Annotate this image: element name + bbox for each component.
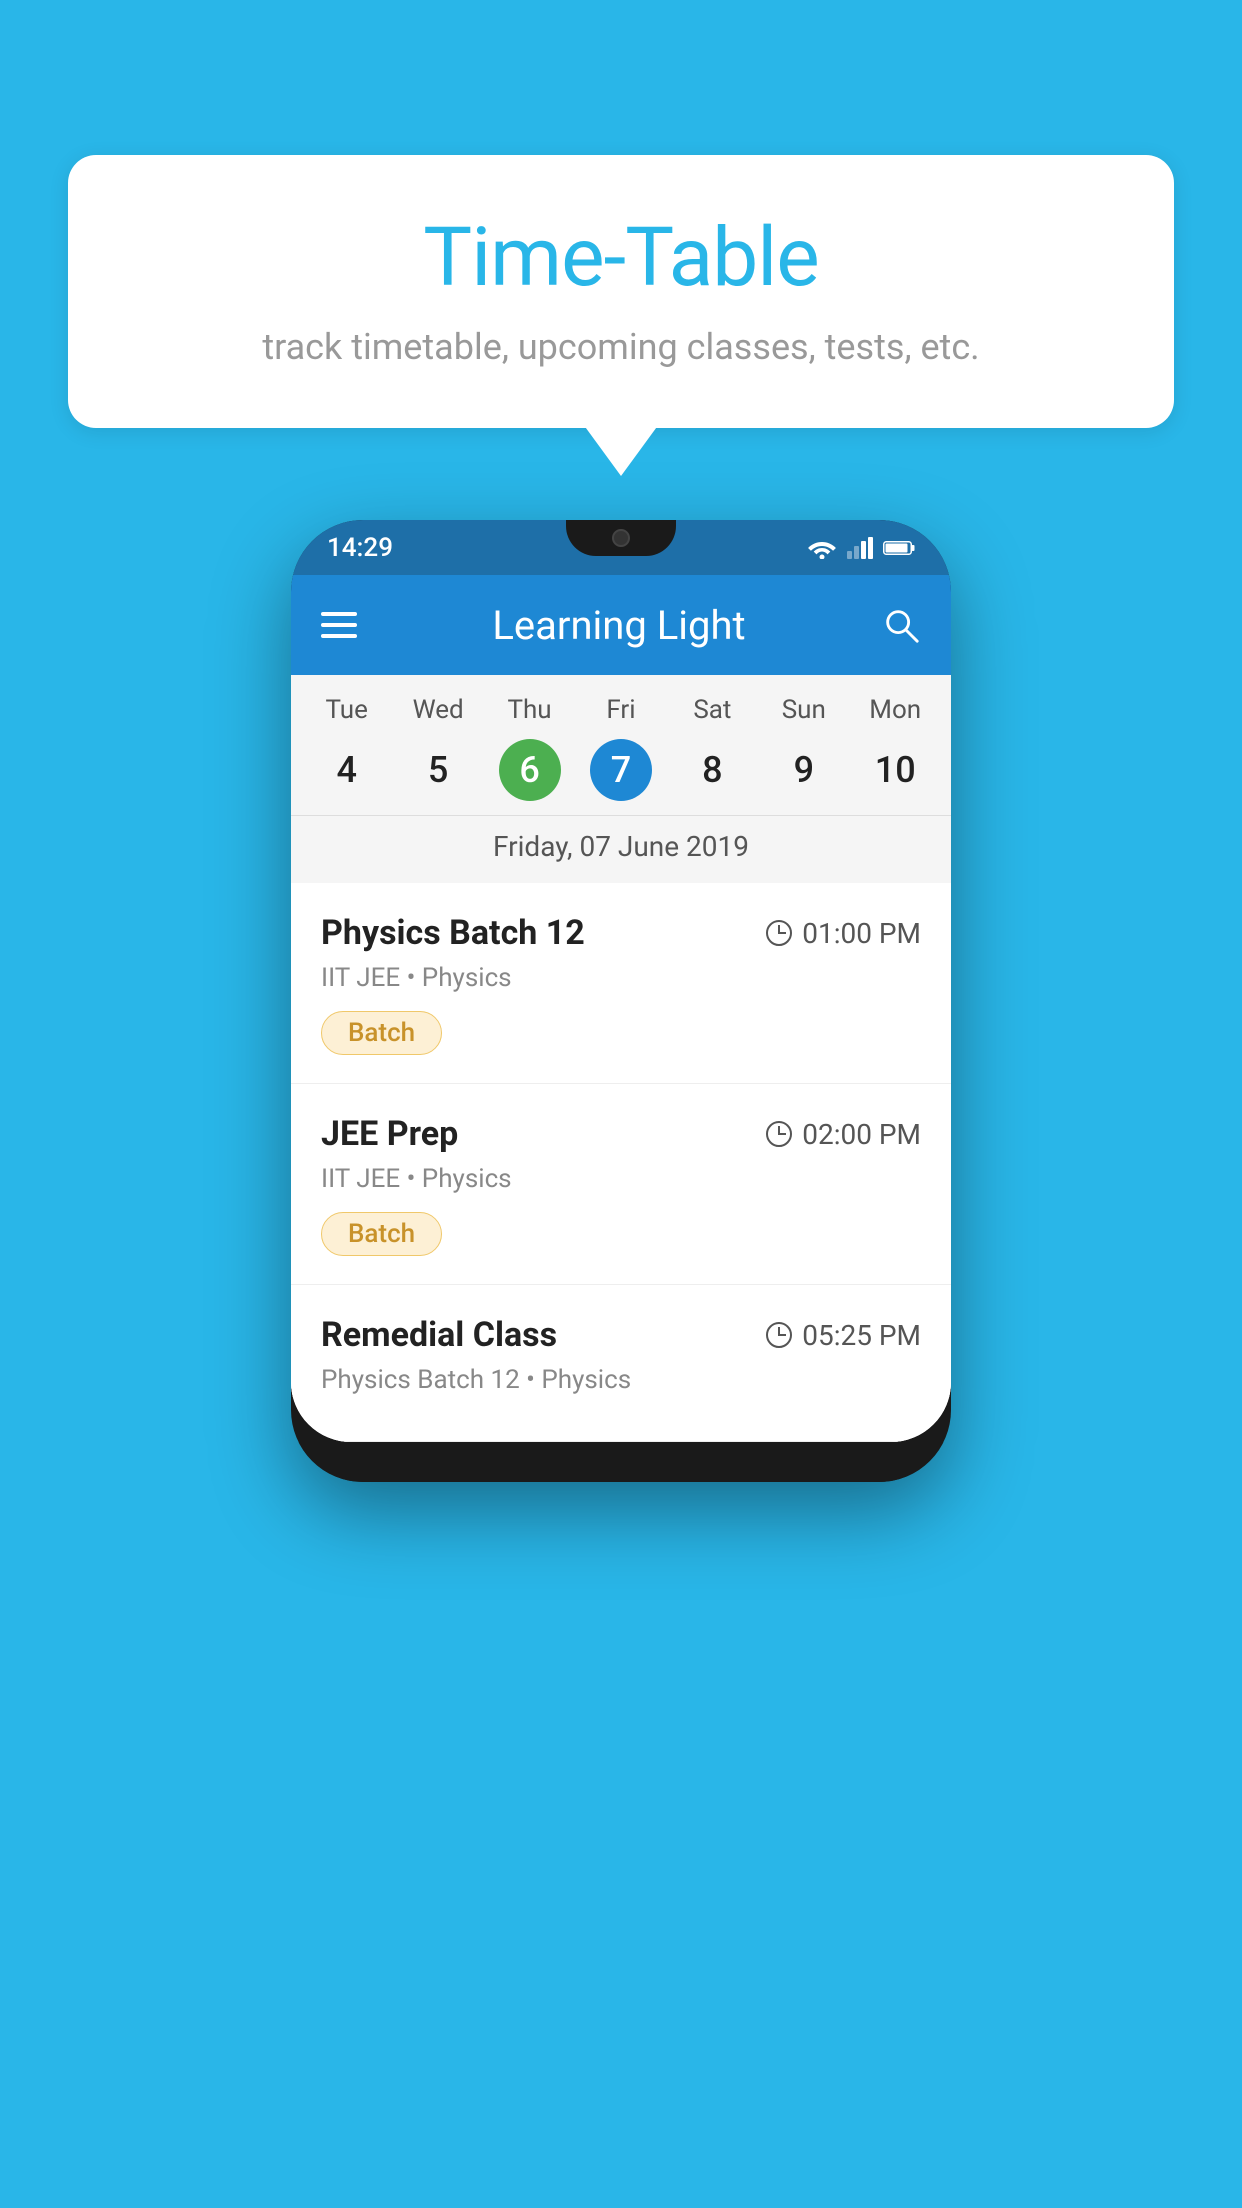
calendar-strip: Tue 4 Wed 5 Thu 6 Fri 7 Sat 8 Sun 9 Mon 10 Friday, 07… — [291, 675, 951, 883]
class-name: Remedial Class — [321, 1315, 557, 1355]
calendar-day-item[interactable]: Sun 9 — [764, 695, 844, 801]
calendar-day-item[interactable]: Sat 8 — [672, 695, 752, 801]
status-time: 14:29 — [327, 533, 393, 563]
class-item[interactable]: Remedial Class 05:25 PM Physics Batch 12 •… — [291, 1285, 951, 1442]
class-item-header: Physics Batch 12 01:00 PM — [321, 913, 921, 953]
clock-icon — [766, 1322, 792, 1348]
status-bar: 14:29 — [291, 520, 951, 575]
day-number: 8 — [681, 739, 743, 801]
menu-line-3 — [321, 634, 357, 638]
clock-icon — [766, 1121, 792, 1147]
search-button[interactable] — [881, 605, 921, 645]
app-bar-title: Learning Light — [492, 602, 745, 649]
hamburger-icon[interactable] — [321, 612, 357, 638]
day-name: Sat — [693, 695, 731, 725]
day-number: 4 — [316, 739, 378, 801]
class-item-header: Remedial Class 05:25 PM — [321, 1315, 921, 1355]
class-time-text: 05:25 PM — [802, 1319, 921, 1352]
bubble-title: Time-Table — [128, 210, 1114, 306]
class-item[interactable]: Physics Batch 12 01:00 PM IIT JEE • Physic… — [291, 883, 951, 1084]
menu-line-2 — [321, 623, 357, 627]
calendar-day-item[interactable]: Mon 10 — [855, 695, 935, 801]
class-subtitle: IIT JEE • Physics — [321, 963, 921, 993]
calendar-days-row: Tue 4 Wed 5 Thu 6 Fri 7 Sat 8 Sun 9 Mon 10 — [291, 695, 951, 815]
phone-frame: 14:29 — [291, 520, 951, 1482]
class-subtitle: IIT JEE • Physics — [321, 1164, 921, 1194]
day-number: 6 — [499, 739, 561, 801]
day-number: 10 — [864, 739, 926, 801]
class-time-text: 02:00 PM — [802, 1118, 921, 1151]
class-list: Physics Batch 12 01:00 PM IIT JEE • Physic… — [291, 883, 951, 1442]
day-name: Tue — [325, 695, 367, 725]
selected-date-label: Friday, 07 June 2019 — [291, 815, 951, 883]
calendar-day-item[interactable]: Tue 4 — [307, 695, 387, 801]
day-name: Thu — [507, 695, 551, 725]
wifi-icon — [807, 537, 837, 559]
class-time: 01:00 PM — [766, 917, 921, 950]
day-number: 5 — [407, 739, 469, 801]
day-name: Mon — [869, 695, 921, 725]
app-bar: Learning Light — [291, 575, 951, 675]
class-name: Physics Batch 12 — [321, 913, 585, 953]
class-item[interactable]: JEE Prep 02:00 PM IIT JEE • Physics Batch — [291, 1084, 951, 1285]
bubble-subtitle: track timetable, upcoming classes, tests… — [128, 326, 1114, 368]
phone-bottom — [291, 1442, 951, 1482]
clock-icon — [766, 920, 792, 946]
class-time: 02:00 PM — [766, 1118, 921, 1151]
camera — [612, 529, 630, 547]
battery-icon — [883, 539, 915, 557]
day-name: Wed — [413, 695, 464, 725]
phone-screen: Tue 4 Wed 5 Thu 6 Fri 7 Sat 8 Sun 9 Mon 10 Friday, 07… — [291, 675, 951, 1442]
calendar-day-item[interactable]: Thu 6 — [490, 695, 570, 801]
class-time: 05:25 PM — [766, 1319, 921, 1352]
calendar-day-item[interactable]: Fri 7 — [581, 695, 661, 801]
speech-bubble: Time-Table track timetable, upcoming cla… — [68, 155, 1174, 428]
status-icons — [807, 537, 915, 559]
notch — [566, 520, 676, 556]
menu-line-1 — [321, 612, 357, 616]
class-subtitle: Physics Batch 12 • Physics — [321, 1365, 921, 1395]
phone-container: 14:29 — [291, 520, 951, 1482]
day-name: Sun — [782, 695, 826, 725]
class-item-header: JEE Prep 02:00 PM — [321, 1114, 921, 1154]
day-number: 7 — [590, 739, 652, 801]
signal-icon — [847, 537, 873, 559]
day-number: 9 — [773, 739, 835, 801]
class-time-text: 01:00 PM — [802, 917, 921, 950]
day-name: Fri — [606, 695, 635, 725]
batch-badge: Batch — [321, 1011, 442, 1055]
batch-badge: Batch — [321, 1212, 442, 1256]
class-name: JEE Prep — [321, 1114, 458, 1154]
calendar-day-item[interactable]: Wed 5 — [398, 695, 478, 801]
search-icon — [881, 604, 921, 646]
speech-bubble-container: Time-Table track timetable, upcoming cla… — [68, 155, 1174, 428]
